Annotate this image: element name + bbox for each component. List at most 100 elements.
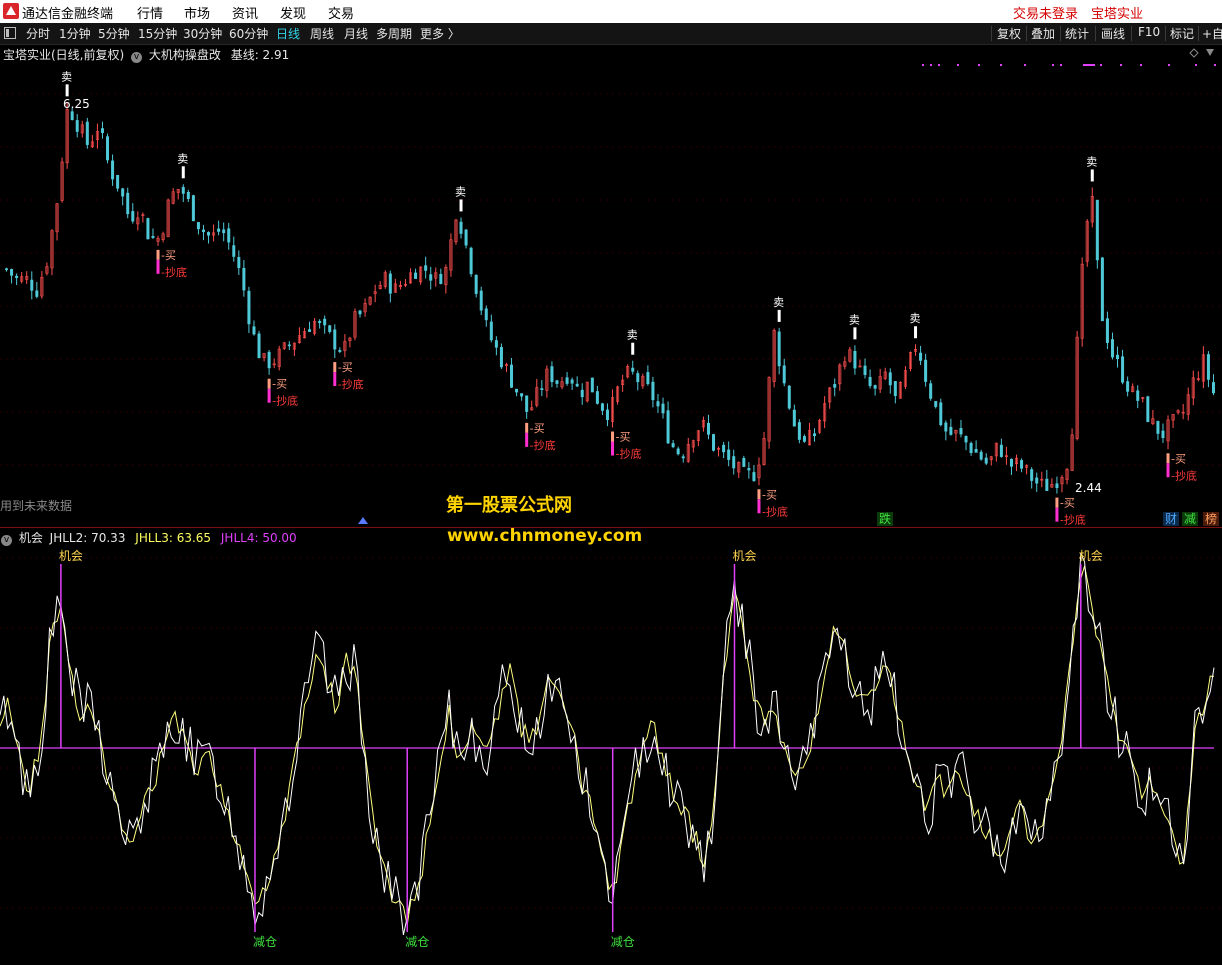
sell-signal-label: 卖: [61, 70, 72, 83]
candle-body: [1055, 483, 1059, 489]
candle-body: [1095, 199, 1099, 261]
custom-button[interactable]: +自: [1202, 25, 1222, 42]
tab-5min[interactable]: 5分钟: [98, 25, 130, 42]
candle-body: [151, 235, 155, 238]
menu-trade[interactable]: 交易: [328, 3, 354, 22]
candle-body: [489, 321, 493, 341]
candle-body: [318, 321, 322, 324]
draw-line-button[interactable]: 画线: [1101, 25, 1125, 42]
tab-30min[interactable]: 30分钟: [183, 25, 222, 42]
candle-body: [439, 273, 443, 285]
candle-body: [656, 401, 660, 407]
candle-body: [853, 351, 857, 369]
opportunity-label: 机会: [1079, 549, 1103, 563]
current-day-marker-icon: [358, 517, 368, 524]
sell-signal-label: 卖: [627, 329, 638, 342]
oscillator-chart[interactable]: 机会减仓 减仓 减仓 机会 机会: [0, 528, 1222, 965]
candle-body: [565, 377, 569, 384]
candle-body: [671, 443, 675, 448]
mark-button[interactable]: 标记: [1170, 25, 1194, 42]
candle-body: [308, 329, 312, 332]
toolbar-divider: [991, 26, 992, 41]
menu-market[interactable]: 市场: [184, 3, 210, 22]
candle-body: [595, 391, 599, 404]
sell-signal-bar: [181, 166, 185, 179]
sell-signal-bar: [777, 309, 781, 322]
f10-button[interactable]: F10: [1138, 25, 1160, 39]
candle-body: [555, 380, 559, 384]
overlay-button[interactable]: 叠加: [1031, 25, 1055, 42]
sell-signal-label: 卖: [773, 296, 784, 309]
menu-news[interactable]: 资讯: [232, 3, 258, 22]
menu-discover[interactable]: 发现: [280, 3, 306, 22]
candle-body: [222, 229, 226, 234]
bottom-signal-label: -抄底: [616, 447, 642, 461]
candlestick-chart[interactable]: 卖-买-抄底卖-买-抄底-买-抄底卖-买-抄底-买-抄底卖-买-抄底卖卖 卖-买-…: [0, 44, 1222, 527]
tab-60min[interactable]: 60分钟: [229, 25, 268, 42]
period-toolbar: 分时 1分钟 5分钟 15分钟 30分钟 60分钟 日线 周线 月线 多周期 更…: [0, 23, 1222, 45]
candle-body: [388, 273, 392, 294]
sell-signal-bar: [914, 326, 918, 339]
statistics-button[interactable]: 统计: [1065, 25, 1089, 42]
bottom-marker-finance: 财: [1163, 512, 1179, 526]
bottom-signal-label: -抄底: [1060, 513, 1086, 527]
candle-body: [10, 269, 14, 276]
candle-body: [873, 385, 877, 389]
buy-signal-bar: [525, 422, 529, 433]
candle-body: [510, 364, 514, 388]
restore-rights-button[interactable]: 复权: [997, 25, 1021, 42]
buy-signal-bar: [1055, 497, 1059, 508]
candle-body: [984, 457, 988, 464]
tab-timeshare[interactable]: 分时: [26, 25, 50, 42]
login-status[interactable]: 交易未登录: [1013, 3, 1078, 22]
watermark-url: www.chnmoney.com: [447, 526, 643, 546]
candle-body: [201, 229, 205, 233]
candle-body: [1146, 396, 1150, 422]
main-signals: 卖-买-抄底卖-买-抄底-买-抄底卖-买-抄底-买-抄底卖-买-抄底卖卖 卖-买-…: [61, 70, 1197, 526]
bottom-signal-label: -抄底: [1171, 468, 1197, 482]
candle-body: [1126, 381, 1130, 392]
candle-body: [580, 389, 584, 398]
menu-market-quotes[interactable]: 行情: [137, 3, 163, 22]
high-price-label: 6.25: [63, 97, 90, 111]
candle-body: [464, 229, 468, 246]
bottom-marker-fall: 跌: [877, 511, 893, 526]
tab-multi-period[interactable]: 多周期: [376, 25, 412, 42]
tab-monthly[interactable]: 月线: [344, 25, 368, 42]
candle-body: [207, 232, 211, 236]
candle-body: [1105, 318, 1109, 343]
candle-body: [964, 436, 968, 443]
candle-body: [1136, 390, 1140, 401]
candle-body: [979, 451, 983, 460]
candle-body: [747, 468, 751, 471]
candle-body: [287, 344, 291, 347]
candle-body: [100, 128, 104, 134]
buy-signal-label: -买: [1171, 452, 1186, 465]
svg-text:榜: 榜: [1205, 511, 1217, 526]
candle-body: [752, 472, 756, 481]
tab-1min[interactable]: 1分钟: [59, 25, 91, 42]
bottom-signal-label: -抄底: [530, 438, 556, 452]
sidebar-toggle-icon[interactable]: [4, 27, 16, 39]
candle-body: [893, 381, 897, 396]
candle-body: [70, 111, 74, 120]
toolbar-divider: [1060, 26, 1061, 41]
candle-body: [1035, 477, 1039, 484]
bottom-signal-bar: [611, 441, 615, 456]
bottom-signal-label: -抄底: [161, 265, 187, 279]
candle-body: [1206, 354, 1210, 380]
tab-more[interactable]: 更多 〉: [420, 25, 460, 42]
tab-15min[interactable]: 15分钟: [138, 25, 177, 42]
bottom-signal-label: -抄底: [762, 504, 788, 518]
buy-signal-bar: [333, 362, 337, 373]
bottom-signal-bar: [267, 388, 271, 403]
reduce-label: 减仓: [405, 935, 429, 949]
sell-signal-bar: [65, 84, 69, 97]
bottom-marker-list: 榜: [1203, 511, 1219, 526]
tab-weekly[interactable]: 周线: [310, 25, 334, 42]
buy-signal-bar: [156, 249, 160, 260]
candle-body: [267, 351, 271, 369]
sell-signal-label: 卖: [849, 313, 860, 326]
tab-daily[interactable]: 日线: [276, 25, 300, 42]
app-logo-icon: [3, 3, 19, 19]
